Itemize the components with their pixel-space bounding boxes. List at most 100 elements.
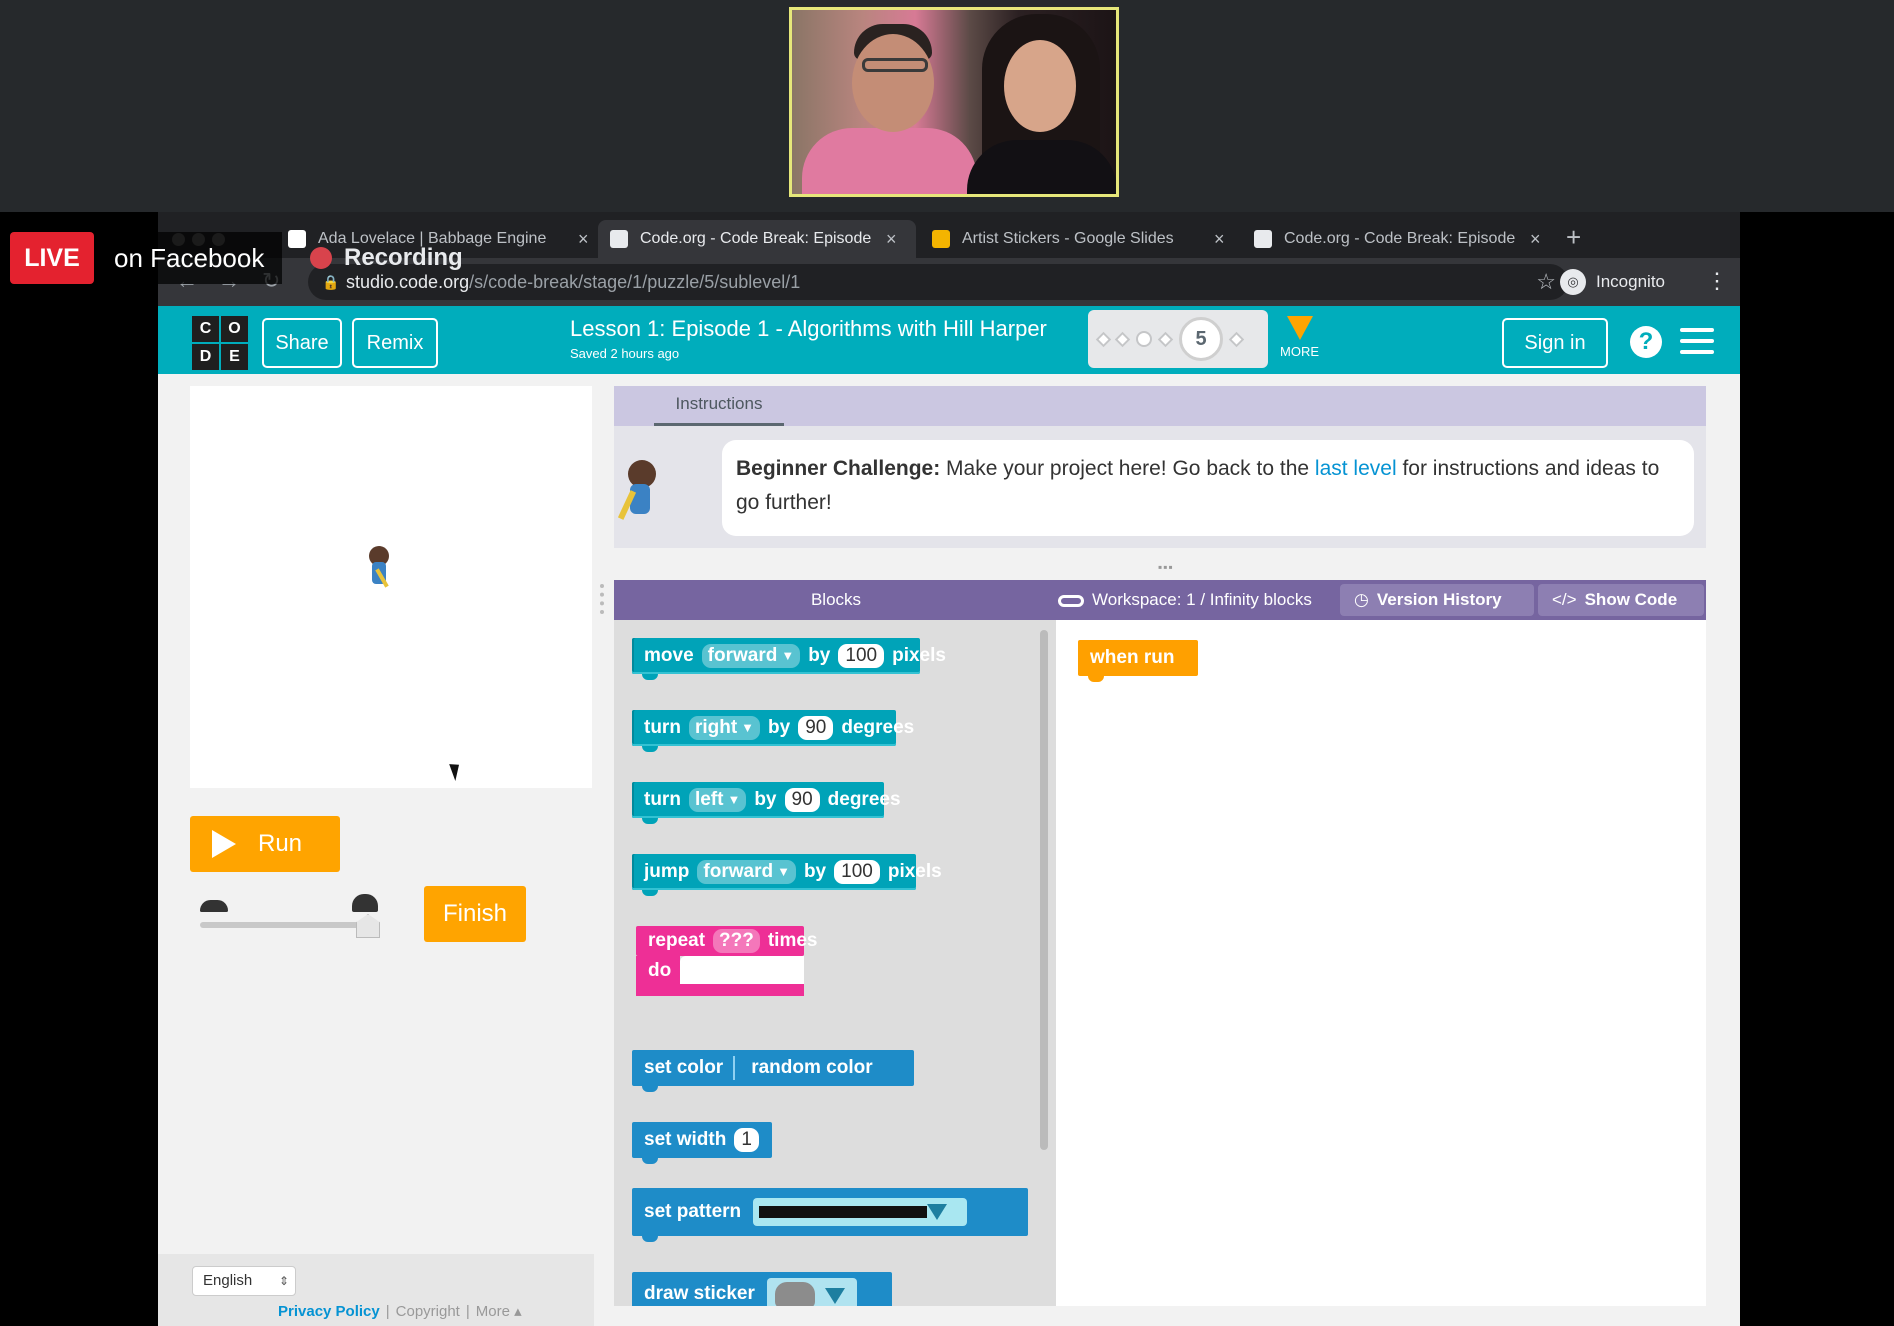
sticker-dropdown[interactable]	[766, 1278, 857, 1306]
logo-letter: C	[192, 316, 219, 342]
help-icon[interactable]: ?	[1630, 326, 1662, 358]
vertical-resize-grip-icon[interactable]	[600, 584, 604, 614]
set-color-block[interactable]: set color random color	[632, 1050, 914, 1092]
sign-in-button[interactable]: Sign in	[1502, 318, 1608, 368]
language-value: English	[203, 1272, 253, 1289]
last-level-link[interactable]: last level	[1315, 457, 1397, 480]
play-icon	[212, 830, 236, 858]
url-host: studio.code.org	[346, 272, 470, 292]
video-figure-shirt-right	[967, 140, 1116, 194]
video-figure-glasses	[862, 58, 928, 72]
tab-title: Artist Stickers - Google Slides	[962, 230, 1174, 247]
tab-instructions[interactable]: Instructions	[654, 386, 784, 426]
video-figure-head-left	[852, 34, 934, 132]
artist-canvas[interactable]	[190, 386, 592, 788]
share-button[interactable]: Share	[262, 318, 342, 368]
finish-button[interactable]: Finish	[424, 886, 526, 942]
logo-letter: O	[221, 316, 248, 342]
challenge-label: Beginner Challenge:	[736, 457, 941, 480]
blocks-label: Blocks	[810, 590, 862, 609]
instructions-bubble: Beginner Challenge: Make your project he…	[722, 440, 1694, 536]
speed-slider[interactable]	[198, 892, 388, 938]
instructions-panel: Instructions Beginner Challenge: Make yo…	[614, 386, 1706, 548]
hamburger-menu-icon[interactable]	[1680, 328, 1714, 361]
level-dot[interactable]	[1136, 331, 1152, 347]
codeorg-header: C O D E Share Remix Lesson 1: Episode 1 …	[158, 306, 1740, 374]
draw-sticker-block[interactable]: draw sticker	[632, 1272, 892, 1306]
close-tab-icon[interactable]: ×	[578, 229, 589, 250]
version-history-button[interactable]: ◷ Version History	[1340, 584, 1534, 616]
privacy-policy-link[interactable]: Privacy Policy	[278, 1303, 380, 1320]
code-workspace[interactable]: when run	[1056, 620, 1706, 1306]
speed-track[interactable]	[200, 922, 380, 928]
close-tab-icon[interactable]: ×	[1530, 229, 1541, 250]
tab-title: Code.org - Code Break: Episode	[640, 230, 872, 247]
turtle-icon	[200, 900, 228, 912]
browser-menu-icon[interactable]: ⋮	[1706, 268, 1728, 294]
lesson-title: Lesson 1: Episode 1 - Algorithms with Hi…	[570, 316, 1047, 341]
video-figure-shirt-left	[802, 128, 977, 194]
code-org-logo[interactable]: C O D E	[192, 316, 248, 370]
new-tab-icon[interactable]: +	[1566, 222, 1581, 253]
speed-thumb[interactable]	[356, 914, 380, 938]
elephant-sticker-icon	[774, 1282, 815, 1306]
close-tab-icon[interactable]: ×	[1214, 229, 1225, 250]
run-button[interactable]: Run	[190, 816, 340, 872]
artist-character-icon	[366, 546, 392, 588]
more-triangle-icon	[1286, 316, 1313, 340]
level-dot[interactable]	[1228, 331, 1245, 347]
link-icon	[1058, 594, 1084, 607]
mouse-cursor-icon	[449, 761, 464, 781]
tab-code-org-2[interactable]: Code.org - Code Break: Episode ×	[1242, 220, 1560, 258]
logo-letter: E	[221, 344, 248, 370]
footer-links: Privacy Policy | Copyright | More ▴	[278, 1303, 522, 1320]
tab-favicon-icon	[610, 230, 628, 248]
clock-icon: ◷	[1354, 590, 1369, 609]
incognito-indicator[interactable]: ◎ Incognito	[1560, 266, 1665, 298]
more-label: MORE	[1280, 344, 1319, 359]
tab-code-org-active[interactable]: Code.org - Code Break: Episode ×	[598, 220, 916, 258]
saved-status: Saved 2 hours ago	[570, 346, 680, 361]
tab-artist-stickers[interactable]: Artist Stickers - Google Slides ×	[920, 220, 1246, 258]
workspace-label: Workspace: 1 / Infinity blocks	[1058, 580, 1340, 620]
bookmark-star-icon[interactable]: ☆	[1536, 264, 1556, 300]
rabbit-icon	[352, 894, 378, 912]
show-code-button[interactable]: </> Show Code	[1538, 584, 1704, 616]
move-forward-block[interactable]: move forward ▼ by 100 pixels	[632, 638, 946, 680]
current-level-bubble[interactable]: 5	[1179, 317, 1223, 361]
repeat-block[interactable]: repeat ??? times do	[636, 926, 818, 996]
level-dot[interactable]	[1157, 331, 1174, 347]
turn-left-block[interactable]: turn left ▼ by 90 degrees	[632, 782, 901, 824]
main-area: Run Finish English ⇕ Privacy Policy | Copy…	[158, 374, 1740, 1326]
address-field[interactable]: 🔒 studio.code.org/s/code-break/stage/1/p…	[308, 264, 1568, 300]
turn-right-block[interactable]: turn right ▼ by 90 degrees	[632, 710, 914, 752]
level-progress: 5	[1088, 310, 1268, 368]
toolbox-scrollbar[interactable]	[1040, 630, 1048, 1150]
video-figure-head-right	[1004, 40, 1076, 132]
code-icon: </>	[1552, 590, 1577, 609]
language-select[interactable]: English ⇕	[192, 1266, 296, 1296]
tab-title: Code.org - Code Break: Episode	[1284, 230, 1516, 247]
page-footer: English ⇕ Privacy Policy | Copyright | More …	[158, 1254, 594, 1326]
set-pattern-block[interactable]: set pattern	[632, 1188, 1028, 1242]
tab-favicon-icon	[1254, 230, 1272, 248]
incognito-label: Incognito	[1596, 272, 1665, 291]
participant-video[interactable]	[789, 7, 1119, 197]
jump-forward-block[interactable]: jump forward ▼ by 100 pixels	[632, 854, 942, 896]
remix-button[interactable]: Remix	[352, 318, 438, 368]
pattern-dropdown[interactable]	[753, 1198, 968, 1226]
level-dot[interactable]	[1114, 331, 1131, 347]
close-tab-icon[interactable]: ×	[886, 229, 897, 250]
set-width-block[interactable]: set width 1	[632, 1122, 772, 1164]
copyright-link[interactable]: Copyright	[396, 1303, 460, 1320]
footer-more-link[interactable]: More ▴	[476, 1303, 522, 1320]
more-levels-button[interactable]: MORE	[1280, 316, 1319, 359]
on-facebook-label: on Facebook	[96, 232, 283, 284]
tab-favicon-icon	[288, 230, 306, 248]
logo-letter: D	[192, 344, 219, 370]
incognito-icon: ◎	[1560, 269, 1586, 295]
browser-window: Ada Lovelace | Babbage Engine × Code.org…	[158, 212, 1740, 1326]
level-dot[interactable]	[1095, 331, 1112, 347]
resize-grip-icon[interactable]: ▪▪▪	[1158, 560, 1174, 574]
when-run-block[interactable]: when run	[1078, 640, 1198, 682]
